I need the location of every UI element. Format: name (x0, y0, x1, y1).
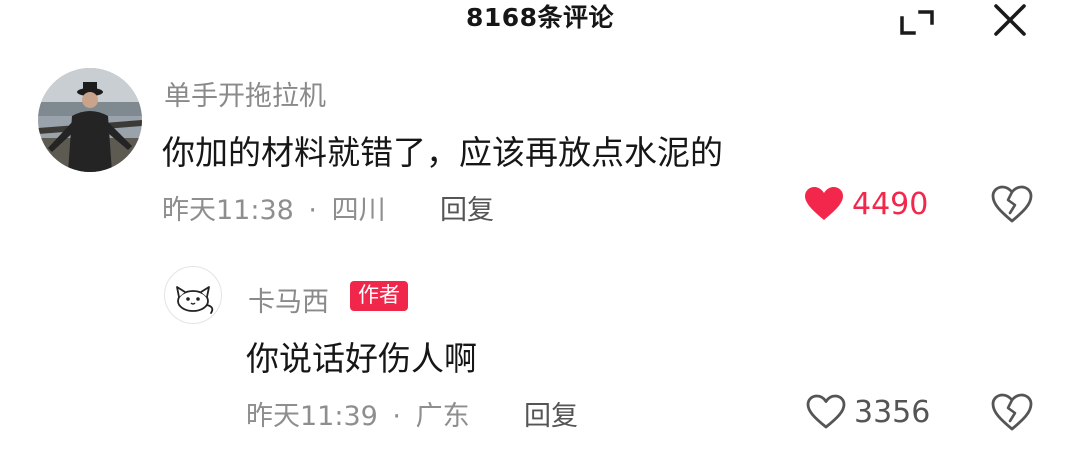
close-icon (994, 4, 1026, 36)
heart-outline-icon (806, 394, 846, 429)
cat-avatar-icon (176, 286, 214, 314)
broken-heart-icon (991, 393, 1033, 431)
broken-heart-icon (991, 185, 1033, 223)
user-photo-avatar (38, 68, 142, 172)
like-count: 4490 (852, 186, 929, 222)
expand-icon (900, 10, 934, 35)
comment-meta: 昨天11:39 · 广东 (246, 394, 470, 433)
comment-username[interactable]: 单手开拖拉机 (164, 74, 326, 113)
author-badge: 作者 (350, 281, 408, 311)
comment-time: 昨天11:39 (246, 401, 378, 432)
comments-header: 8168条评论 (0, 0, 1080, 40)
comment-time: 昨天11:38 (162, 195, 294, 226)
meta-separator: · (392, 401, 401, 432)
meta-separator: · (308, 195, 317, 226)
heart-icon (805, 187, 843, 220)
like-button[interactable]: 3356 (806, 392, 930, 432)
close-button[interactable] (990, 0, 1030, 40)
expand-button[interactable] (898, 6, 936, 36)
reply-button[interactable]: 回复 (440, 188, 494, 227)
comment-meta: 昨天11:38 · 四川 (162, 188, 386, 227)
dislike-button[interactable] (990, 390, 1034, 434)
comment-location: 广东 (415, 401, 470, 432)
avatar[interactable] (164, 266, 222, 324)
comment-text: 你加的材料就错了，应该再放点水泥的 (162, 133, 723, 172)
reply-button[interactable]: 回复 (524, 394, 578, 433)
like-count: 3356 (854, 394, 931, 430)
dislike-button[interactable] (990, 182, 1034, 226)
comment-username[interactable]: 卡马西 (248, 280, 329, 319)
avatar[interactable] (38, 68, 142, 172)
like-button[interactable]: 4490 (804, 184, 928, 224)
comment-location: 四川 (331, 195, 386, 226)
comment-text: 你说话好伤人啊 (246, 339, 477, 378)
